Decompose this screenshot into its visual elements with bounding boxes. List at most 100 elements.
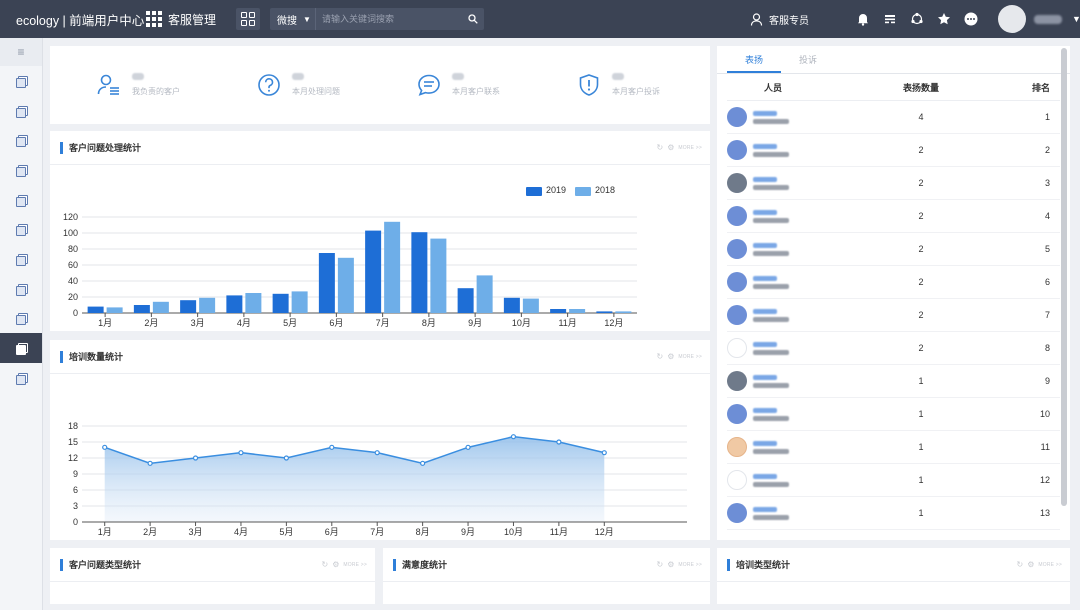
sidebar-item[interactable] [0, 333, 42, 363]
bell-icon[interactable] [856, 12, 870, 26]
table-row[interactable]: 24 [727, 200, 1060, 233]
data-point[interactable] [147, 460, 153, 466]
stat-monthly-complaints[interactable]: 本月客户投诉 [530, 72, 690, 98]
bar-2018[interactable] [384, 221, 401, 313]
table-row[interactable]: 26 [727, 266, 1060, 299]
bar-2019[interactable] [596, 311, 613, 313]
table-row[interactable]: 19 [727, 365, 1060, 398]
legend-swatch[interactable] [575, 187, 591, 196]
bar-2018[interactable] [199, 297, 216, 313]
table-row[interactable]: 22 [727, 134, 1060, 167]
module-switcher[interactable]: 客服管理 [146, 11, 226, 28]
sidebar-item[interactable] [0, 244, 42, 274]
calendar-icon[interactable] [883, 12, 897, 26]
star-icon[interactable] [937, 12, 951, 26]
data-point[interactable] [102, 444, 108, 450]
search-input[interactable] [316, 8, 462, 30]
service-agent-link[interactable]: 客服专员 [750, 0, 809, 38]
sidebar-toggle[interactable]: ≡ [0, 38, 42, 66]
data-point[interactable] [192, 455, 199, 461]
sidebar-item[interactable] [0, 274, 42, 304]
column-header-count[interactable]: 表扬数量 [847, 81, 995, 94]
data-point[interactable] [465, 444, 471, 450]
bar-2019[interactable] [411, 232, 428, 313]
more-icon[interactable] [964, 12, 978, 26]
legend-swatch[interactable] [526, 187, 542, 196]
refresh-icon[interactable]: ↻ [656, 352, 663, 361]
bar-2018[interactable] [337, 257, 354, 313]
refresh-icon[interactable]: ↻ [1016, 560, 1023, 569]
table-row[interactable]: 28 [727, 332, 1060, 365]
brand-title[interactable]: ecology | 前端用户中心 [0, 10, 144, 29]
data-point[interactable] [510, 434, 517, 440]
data-point[interactable] [374, 450, 380, 456]
bar-2018[interactable] [430, 238, 447, 313]
data-point[interactable] [238, 450, 244, 456]
tab-praise[interactable]: 表扬 [727, 46, 781, 73]
bar-2019[interactable] [503, 297, 520, 313]
bar-2018[interactable] [245, 293, 262, 313]
bar-2019[interactable] [87, 306, 104, 313]
search-button[interactable] [462, 8, 484, 30]
stat-my-customers[interactable]: 我负责的客户 [50, 72, 210, 98]
stat-monthly-issues[interactable]: 本月处理问题 [210, 72, 370, 98]
sidebar-item[interactable] [0, 214, 42, 244]
legend-label[interactable]: 2019 [546, 185, 566, 195]
search-scope-select[interactable]: 微搜 ▼ [270, 8, 316, 30]
table-row[interactable]: 25 [727, 233, 1060, 266]
gear-icon[interactable]: ⚙ [667, 143, 674, 152]
data-point[interactable] [601, 450, 607, 456]
data-point[interactable] [283, 455, 289, 461]
sidebar-item[interactable] [0, 155, 42, 185]
bar-2018[interactable] [291, 291, 308, 313]
user-menu[interactable]: ▼ [998, 5, 1080, 33]
bar-2019[interactable] [272, 293, 289, 313]
bar-2018[interactable] [152, 301, 169, 313]
bar-2018[interactable] [569, 309, 586, 313]
bar-2019[interactable] [318, 253, 335, 313]
table-row[interactable]: 1 10 [727, 398, 1060, 431]
table-row[interactable]: 1 13 [727, 497, 1060, 530]
apps-button[interactable] [236, 8, 260, 30]
column-header-person[interactable]: 人员 [727, 81, 847, 94]
bar-2019[interactable] [180, 300, 197, 313]
scrollbar[interactable] [1061, 48, 1067, 506]
gear-icon[interactable]: ⚙ [667, 560, 674, 569]
legend-label[interactable]: 2018 [595, 185, 615, 195]
sidebar-item[interactable] [0, 363, 42, 393]
sidebar-item[interactable] [0, 66, 42, 96]
bar-2019[interactable] [365, 230, 382, 313]
table-row[interactable]: 1 12 [727, 464, 1060, 497]
data-point[interactable] [420, 460, 426, 466]
gear-icon[interactable]: ⚙ [667, 352, 674, 361]
refresh-icon[interactable]: ↻ [656, 143, 663, 152]
bar-2019[interactable] [226, 295, 243, 313]
more-link[interactable]: MORE >> [1038, 562, 1062, 568]
bar-2019[interactable] [457, 288, 474, 313]
gear-icon[interactable]: ⚙ [332, 560, 339, 569]
more-link[interactable]: MORE >> [678, 145, 702, 151]
bar-2019[interactable] [133, 305, 150, 313]
table-row[interactable]: 1 11 [727, 431, 1060, 464]
share-icon[interactable] [910, 12, 924, 26]
bar-2018[interactable] [615, 311, 632, 313]
table-row[interactable]: 27 [727, 299, 1060, 332]
data-point[interactable] [556, 439, 562, 445]
bar-2018[interactable] [522, 298, 539, 313]
refresh-icon[interactable]: ↻ [321, 560, 328, 569]
refresh-icon[interactable]: ↻ [656, 560, 663, 569]
tab-complaint[interactable]: 投诉 [781, 46, 835, 73]
sidebar-item[interactable] [0, 96, 42, 126]
table-row[interactable]: 23 [727, 167, 1060, 200]
sidebar-item[interactable] [0, 125, 42, 155]
gear-icon[interactable]: ⚙ [1027, 560, 1034, 569]
more-link[interactable]: MORE >> [678, 562, 702, 568]
sidebar-item[interactable] [0, 185, 42, 215]
sidebar-item[interactable] [0, 304, 42, 334]
column-header-rank[interactable]: 排名 [995, 81, 1058, 94]
bar-2018[interactable] [476, 275, 493, 313]
data-point[interactable] [329, 444, 335, 450]
more-link[interactable]: MORE >> [343, 562, 367, 568]
more-link[interactable]: MORE >> [678, 354, 702, 360]
bar-2018[interactable] [106, 307, 123, 313]
